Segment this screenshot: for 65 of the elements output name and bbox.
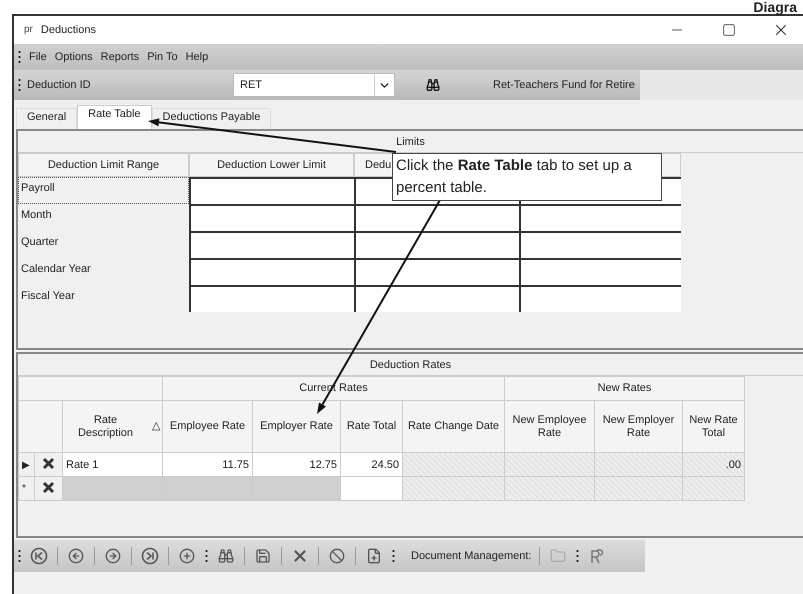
row-label: Fiscal Year	[20, 289, 76, 304]
maximize-icon[interactable]	[722, 23, 736, 37]
column-header[interactable]: Employee Rate	[162, 400, 252, 452]
window-title: Deductions	[40, 24, 97, 36]
column-header[interactable]: Employer Rate	[252, 400, 340, 452]
tab[interactable]: Deductions Payable	[152, 108, 272, 129]
row-label: Month	[20, 208, 53, 223]
app-icon: pr	[24, 24, 33, 35]
callout-tooltip: Click the Rate Table tab to set up a percent table.	[392, 153, 662, 201]
menu-item[interactable]: Pin To	[147, 51, 178, 63]
limit-input[interactable]	[189, 204, 354, 231]
limit-input[interactable]	[519, 231, 681, 258]
limit-input[interactable]	[519, 258, 681, 285]
limit-input[interactable]	[519, 204, 681, 231]
limit-input[interactable]	[354, 204, 519, 231]
grip-icon[interactable]	[205, 549, 208, 563]
column-header[interactable]: New Employer Rate	[594, 400, 682, 452]
limit-input[interactable]	[354, 231, 519, 258]
column-header[interactable]: New Employee Rate	[504, 400, 594, 452]
tab[interactable]: General	[16, 108, 78, 129]
column-header[interactable]: Rate Description △	[62, 400, 162, 452]
row-marker[interactable]: *	[18, 476, 34, 500]
grip-icon[interactable]	[18, 549, 21, 563]
column-header: Deduction Limit Range	[18, 153, 189, 177]
row-label: Quarter	[20, 235, 60, 250]
column-header: Deduction Lower Limit	[189, 153, 354, 177]
sort-indicator: △	[152, 420, 160, 433]
row-label: Calendar Year	[20, 262, 92, 277]
table-cell: 24.50	[340, 452, 402, 476]
table-cell	[682, 476, 744, 500]
group-header: New Rates	[504, 376, 744, 400]
table-cell: .00	[682, 452, 744, 476]
limit-input[interactable]	[354, 285, 519, 312]
grip-icon[interactable]	[576, 549, 580, 563]
tab[interactable]: Rate Table	[77, 105, 152, 129]
grip-icon[interactable]	[392, 549, 395, 563]
deduction-id-combo[interactable]: RET	[233, 73, 395, 97]
first-record-icon[interactable]	[29, 545, 49, 567]
last-record-icon[interactable]	[140, 545, 160, 567]
column-header[interactable]: Rate Total	[340, 400, 402, 452]
grip-icon[interactable]	[18, 50, 21, 64]
table-cell	[340, 476, 402, 500]
delete-icon[interactable]	[42, 456, 55, 470]
table-cell: 11.75	[162, 452, 252, 476]
menu-item[interactable]: Help	[186, 51, 208, 63]
table-cell: Rate 1	[62, 452, 162, 476]
grip-icon[interactable]	[18, 78, 21, 92]
limit-input[interactable]	[189, 285, 354, 312]
column-header[interactable]: New Rate Total	[682, 400, 744, 452]
menu-item[interactable]: Options	[54, 51, 93, 63]
delete-icon[interactable]	[42, 480, 55, 494]
menu-item[interactable]: Reports	[100, 51, 140, 63]
limit-input[interactable]	[189, 177, 354, 204]
column-header[interactable]: Rate Change Date	[402, 400, 504, 452]
table-cell: 12.75	[252, 452, 340, 476]
limit-input[interactable]	[189, 258, 354, 285]
limit-input[interactable]	[354, 258, 519, 285]
page-heading: Diagra	[753, 0, 797, 14]
row-marker[interactable]: ▶	[18, 452, 34, 476]
field-label: Deduction ID	[27, 79, 92, 91]
deduction-description: Ret-Teachers Fund for Retire	[493, 79, 635, 91]
document-management-label: Document Management:	[411, 550, 532, 562]
menu-item[interactable]: File	[29, 51, 47, 63]
limit-input[interactable]	[519, 285, 681, 312]
limit-input[interactable]	[189, 231, 354, 258]
